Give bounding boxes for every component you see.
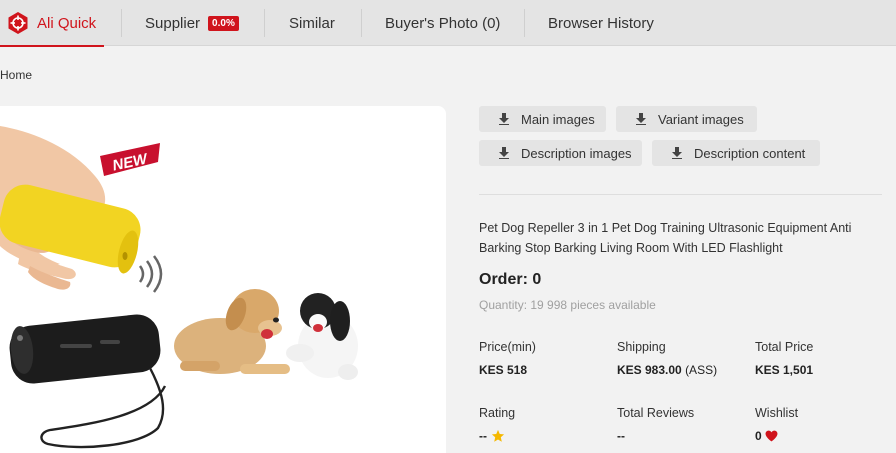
download-description-images-button[interactable]: Description images <box>479 140 642 166</box>
price-label: Price(min) <box>479 340 536 354</box>
rating-text: -- <box>479 429 487 443</box>
tab-browser-history[interactable]: Browser History <box>548 0 654 46</box>
tab-similar[interactable]: Similar <box>289 0 335 46</box>
price-value: KES 518 <box>479 363 528 377</box>
download-variant-images-label: Variant images <box>658 111 744 127</box>
nav-separator <box>361 9 362 37</box>
star-icon <box>491 429 505 442</box>
product-image[interactable]: NEW <box>0 106 446 453</box>
download-icon <box>499 113 509 125</box>
shipping-method: (ASS) <box>685 363 718 377</box>
top-nav: Ali Quick Supplier 0.0% Similar Buyer's … <box>0 0 896 47</box>
border-collie <box>286 293 358 380</box>
download-description-content-button[interactable]: Description content <box>652 140 820 166</box>
download-icon <box>672 147 682 159</box>
total-reviews-value: -- <box>617 429 625 443</box>
supplier-rating-badge: 0.0% <box>208 15 239 31</box>
order-count: Order: 0 <box>479 271 542 288</box>
tab-supplier[interactable]: Supplier 0.0% <box>145 0 239 46</box>
tab-supplier-label: Supplier <box>145 14 201 32</box>
rating-value: -- <box>479 429 505 443</box>
product-title: Pet Dog Repeller 3 in 1 Pet Dog Training… <box>479 221 852 255</box>
shipping-label: Shipping <box>617 340 666 354</box>
tab-ali-quick-label: Ali Quick <box>37 14 97 32</box>
tab-browser-history-label: Browser History <box>548 14 654 32</box>
tab-ali-quick[interactable]: Ali Quick <box>0 0 104 47</box>
tab-buyers-photo[interactable]: Buyer's Photo (0) <box>385 0 500 46</box>
download-description-content-label: Description content <box>694 145 806 161</box>
sound-waves-icon <box>138 255 163 293</box>
shipping-amount: KES 983.00 <box>617 363 682 377</box>
total-reviews-label: Total Reviews <box>617 406 695 420</box>
heart-icon <box>765 430 778 442</box>
download-icon <box>636 113 646 125</box>
tab-buyers-photo-label: Buyer's Photo (0) <box>385 14 501 32</box>
download-main-images-label: Main images <box>521 111 595 127</box>
golden-retriever <box>174 289 290 374</box>
nav-separator <box>264 9 265 37</box>
wishlist-value[interactable]: 0 <box>755 429 778 443</box>
target-logo-icon <box>8 12 28 34</box>
wishlist-label: Wishlist <box>755 406 799 420</box>
download-description-images-label: Description images <box>521 145 632 161</box>
new-sticker: NEW <box>100 143 160 176</box>
download-icon <box>499 147 509 159</box>
download-variant-images-button[interactable]: Variant images <box>616 106 757 132</box>
section-divider <box>479 194 882 195</box>
breadcrumb-home[interactable]: Home <box>0 68 32 82</box>
total-price-label: Total Price <box>755 340 814 354</box>
black-repeller-device <box>9 314 161 384</box>
download-main-images-button[interactable]: Main images <box>479 106 606 132</box>
product-illustration: NEW <box>0 126 358 449</box>
total-price-value: KES 1,501 <box>755 363 814 377</box>
nav-separator <box>121 9 122 37</box>
rating-label: Rating <box>479 406 516 420</box>
wishlist-count: 0 <box>755 429 762 443</box>
tab-similar-label: Similar <box>289 14 335 32</box>
quantity-available: Quantity: 19 998 pieces available <box>479 298 656 312</box>
nav-separator <box>524 9 525 37</box>
shipping-value: KES 983.00 (ASS) <box>617 363 717 377</box>
